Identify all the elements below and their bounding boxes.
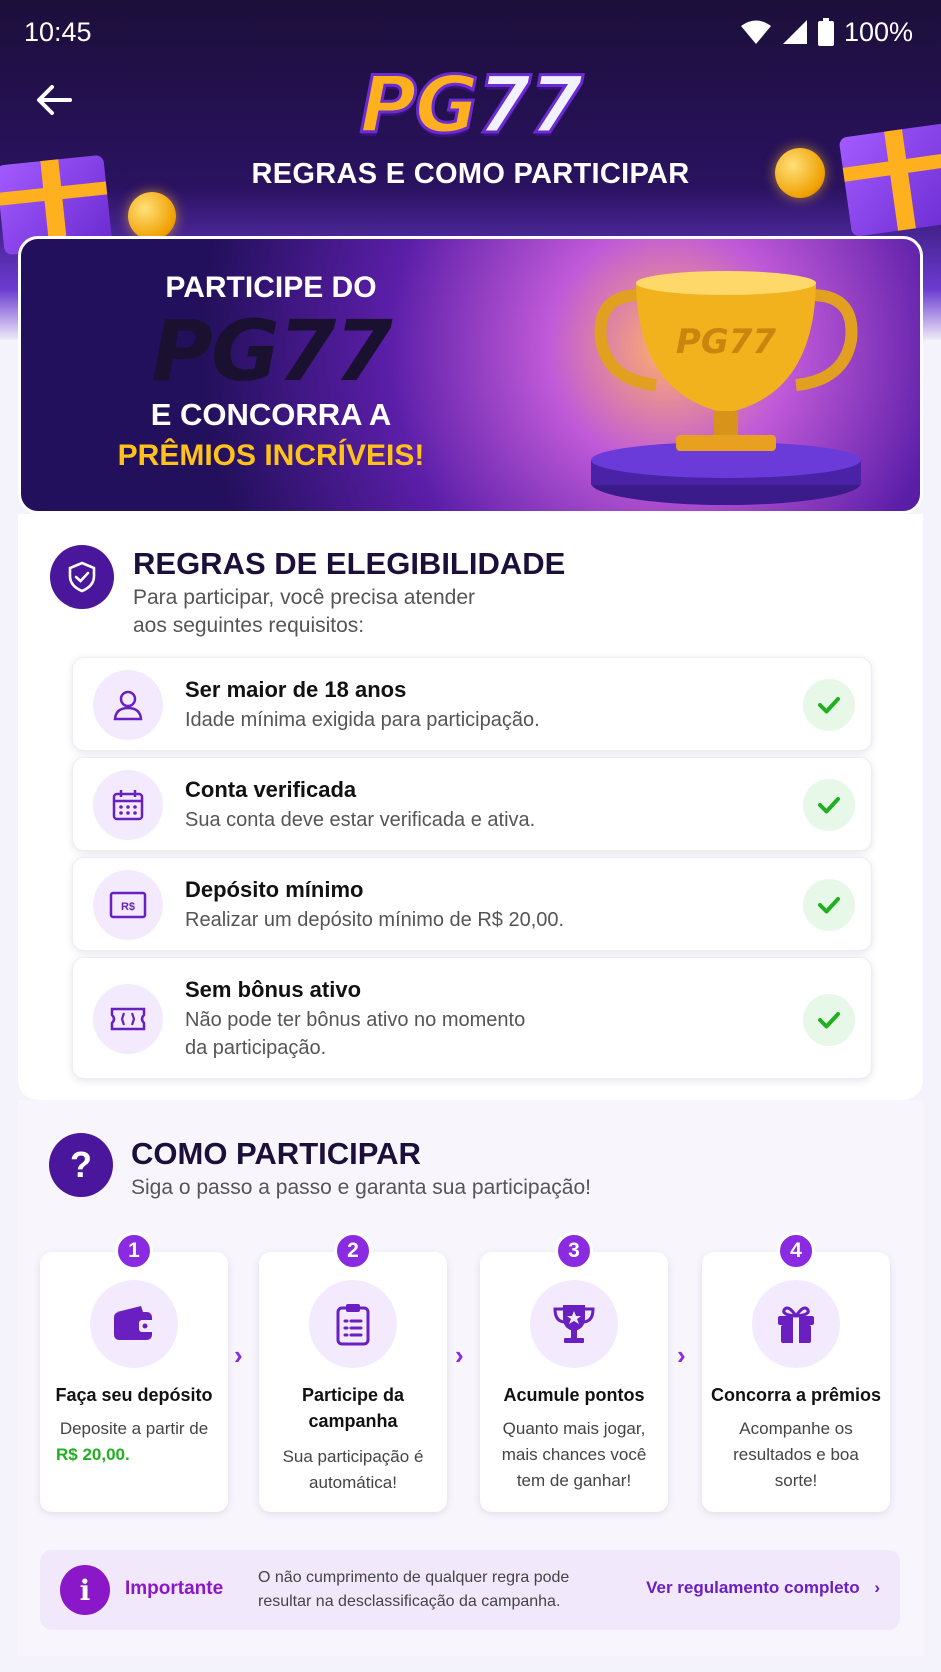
step-title: Faça seu depósito bbox=[55, 1385, 213, 1405]
step-number-badge: 2 bbox=[334, 1232, 372, 1270]
step-title: Participe da campanha bbox=[301, 1385, 405, 1431]
battery-icon bbox=[817, 18, 834, 46]
signal-icon bbox=[782, 20, 807, 44]
chevron-right-icon: › bbox=[677, 1340, 686, 1370]
rule-title: Sem bônus ativo bbox=[185, 977, 362, 1002]
shield-check-icon bbox=[50, 545, 114, 609]
check-icon bbox=[803, 779, 855, 831]
trophy-text: PG77 bbox=[676, 322, 776, 362]
eligibility-subtitle-line2: aos seguintes requisitos: bbox=[133, 614, 365, 637]
step-number-badge: 4 bbox=[777, 1232, 815, 1270]
money-icon-text: R$ bbox=[121, 901, 135, 913]
important-notice: i Importante O não cumprimento de qualqu… bbox=[40, 1550, 900, 1630]
step-description-text: Deposite a partir de bbox=[59, 1419, 209, 1438]
battery-level: 100% bbox=[843, 16, 913, 47]
banner-logo: PG77 bbox=[81, 305, 461, 397]
step-card: Faça seu depósito Deposite a partir de R… bbox=[40, 1252, 228, 1512]
gift-decoration-right bbox=[838, 122, 941, 238]
step-card: Concorra a prêmios Acompanhe os resultad… bbox=[702, 1252, 890, 1512]
how-to-subtitle: Siga o passo a passo e garanta sua parti… bbox=[131, 1176, 591, 1199]
banner-prize-text: PRÊMIOS INCRÍVEIS! bbox=[117, 439, 425, 472]
chevron-right-icon: › bbox=[234, 1340, 243, 1370]
step-title: Acumule pontos bbox=[503, 1385, 645, 1405]
rule-title: Ser maior de 18 anos bbox=[185, 677, 407, 702]
info-icon: i bbox=[60, 1565, 110, 1615]
how-to-title: COMO PARTICIPAR bbox=[131, 1136, 421, 1171]
step-number-badge: 3 bbox=[555, 1232, 593, 1270]
eligibility-subtitle-line1: Para participar, você precisa atender bbox=[133, 586, 476, 609]
rule-item-deposit: R$ Depósito mínimo Realizar um depósito … bbox=[72, 857, 872, 951]
step-title: Concorra a prêmios bbox=[710, 1385, 882, 1405]
step-card: Participe da campanha Sua participação é… bbox=[259, 1252, 447, 1512]
trophy-illustration: PG77 bbox=[591, 271, 861, 505]
step-description-amount: R$ 20,00. bbox=[56, 1445, 130, 1464]
banner-subline: E CONCORRA A bbox=[150, 397, 392, 432]
check-icon bbox=[803, 994, 855, 1046]
step-card: Acumule pontos Quanto mais jogar, mais c… bbox=[480, 1252, 668, 1512]
calendar-icon bbox=[93, 770, 163, 840]
banner-logo-pg: PG bbox=[151, 302, 280, 400]
logo-num-text: 77 bbox=[475, 61, 585, 151]
eligibility-subtitle: Para participar, você precisa atender ao… bbox=[133, 584, 475, 640]
step-description: Sua participação é automática! bbox=[282, 1447, 424, 1492]
step-description: Quanto mais jogar, mais chances você tem… bbox=[501, 1419, 647, 1490]
money-icon: R$ bbox=[93, 870, 163, 940]
rule-description: Sua conta deve estar verificada e ativa. bbox=[185, 809, 536, 831]
banner-headline: PARTICIPE DO bbox=[165, 271, 377, 304]
promo-banner: PARTICIPE DO PG77 E CONCORRA A PRÊMIOS I… bbox=[18, 236, 923, 514]
rule-description: Idade mínima exigida para participação. bbox=[185, 709, 540, 731]
step-description: Deposite a partir de R$ 20,00. bbox=[50, 1416, 218, 1468]
clipboard-icon bbox=[309, 1280, 397, 1368]
question-icon: ? bbox=[49, 1133, 113, 1197]
check-icon bbox=[803, 879, 855, 931]
rule-item-age: Ser maior de 18 anos Idade mínima exigid… bbox=[72, 657, 872, 751]
gift-icon bbox=[752, 1280, 840, 1368]
banner-logo-num: 77 bbox=[277, 302, 393, 400]
step-number-badge: 1 bbox=[115, 1232, 153, 1270]
chevron-right-icon: › bbox=[874, 1578, 880, 1597]
eligibility-title: REGRAS DE ELEGIBILIDADE bbox=[133, 546, 566, 581]
rule-item-verified: Conta verificada Sua conta deve estar ve… bbox=[72, 757, 872, 851]
rule-item-no-bonus: Sem bônus ativo Não pode ter bônus ativo… bbox=[72, 957, 872, 1079]
coin-decoration bbox=[775, 148, 825, 198]
rule-description-line1: Não pode ter bônus ativo no momento bbox=[185, 1009, 526, 1031]
wifi-icon bbox=[740, 20, 771, 44]
full-rules-link[interactable]: Ver regulamento completo › bbox=[646, 1578, 880, 1598]
full-rules-link-label: Ver regulamento completo bbox=[646, 1578, 860, 1597]
status-time: 10:45 bbox=[24, 16, 92, 47]
status-bar: 10:45 100% bbox=[24, 14, 913, 50]
rule-description-line2: da participação. bbox=[185, 1037, 327, 1059]
coin-decoration bbox=[128, 192, 176, 240]
chevron-right-icon: › bbox=[455, 1340, 464, 1370]
user-icon bbox=[93, 670, 163, 740]
ticket-icon bbox=[93, 984, 163, 1054]
check-icon bbox=[803, 679, 855, 731]
logo-pg-text: PG bbox=[358, 61, 480, 151]
step-description: Acompanhe os resultados e boa sorte! bbox=[733, 1419, 859, 1490]
app-logo: PG77 bbox=[0, 65, 941, 148]
important-text: O não cumprimento de qualquer regra pode… bbox=[258, 1569, 570, 1610]
rule-title: Depósito mínimo bbox=[185, 877, 364, 902]
rule-description: Realizar um depósito mínimo de R$ 20,00. bbox=[185, 909, 565, 931]
rule-title: Conta verificada bbox=[185, 777, 357, 802]
rule-description: Não pode ter bônus ativo no momento da p… bbox=[185, 1006, 525, 1062]
wallet-icon bbox=[90, 1280, 178, 1368]
trophy-icon bbox=[530, 1280, 618, 1368]
important-label: Importante bbox=[125, 1578, 224, 1599]
